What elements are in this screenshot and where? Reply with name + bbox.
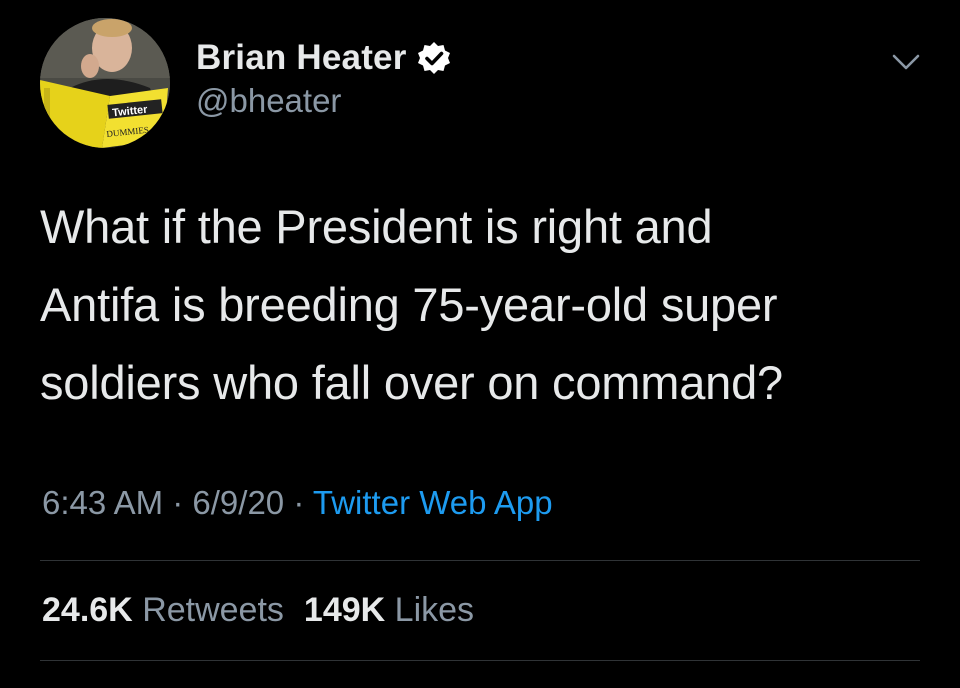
name-row: Brian Heater (196, 36, 452, 80)
divider (40, 560, 920, 561)
tweet-text-line: Antifa is breeding 75-year-old super (40, 278, 778, 331)
more-options-button[interactable] (888, 48, 924, 74)
tweet-text: What if the President is right and Antifa… (40, 188, 920, 422)
meta-separator: · (163, 484, 193, 521)
verified-badge-icon (416, 40, 452, 76)
tweet-card: Twitter DUMMIES Brian Heater @bheater Wh… (0, 0, 960, 688)
tweet-text-line: soldiers who fall over on command? (40, 356, 783, 409)
likes-count: 149K (303, 591, 386, 629)
display-name[interactable]: Brian Heater (196, 38, 407, 78)
chevron-down-icon (892, 54, 920, 70)
likes-stat[interactable]: 149K Likes (304, 591, 474, 629)
tweet-source-link[interactable]: Twitter Web App (313, 484, 553, 521)
tweet-meta: 6:43 AM · 6/9/20 · Twitter Web App (42, 484, 553, 522)
meta-separator: · (284, 484, 313, 521)
tweet-date[interactable]: 6/9/20 (192, 484, 284, 521)
tweet-text-line: What if the President is right and (40, 200, 713, 253)
likes-label: Likes (394, 591, 475, 629)
avatar[interactable]: Twitter DUMMIES (40, 18, 170, 148)
tweet-stats: 24.6K Retweets 149K Likes (42, 591, 474, 630)
divider (40, 660, 920, 661)
retweets-label: Retweets (142, 591, 284, 629)
retweets-stat[interactable]: 24.6K Retweets (42, 591, 284, 629)
avatar-image: Twitter DUMMIES (40, 18, 170, 148)
handle[interactable]: @bheater (196, 82, 452, 120)
author-block: Brian Heater @bheater (196, 36, 452, 120)
tweet-time[interactable]: 6:43 AM (42, 484, 163, 521)
retweets-count: 24.6K (42, 591, 133, 629)
